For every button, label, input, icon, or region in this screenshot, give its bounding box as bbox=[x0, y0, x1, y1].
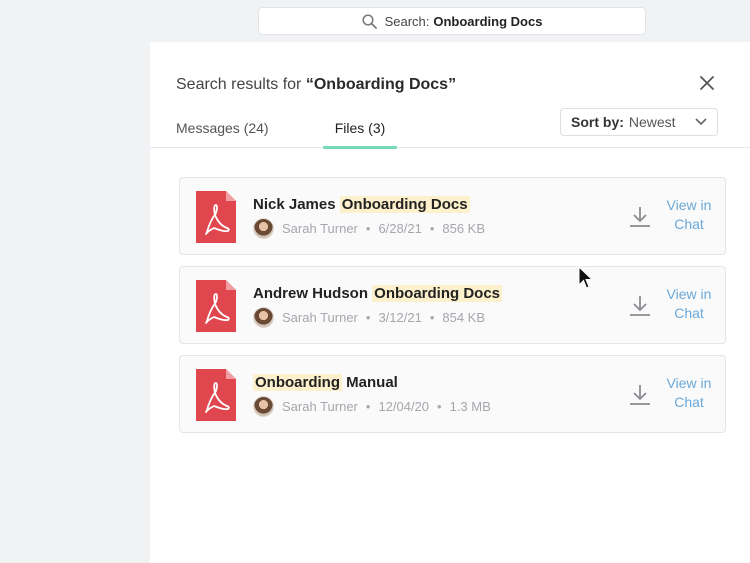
sort-value: Newest bbox=[628, 114, 676, 130]
file-name-text: Manual bbox=[342, 374, 398, 391]
file-item[interactable]: Nick James Onboarding Docs Sarah Turner … bbox=[179, 177, 726, 255]
results-title-query: “Onboarding Docs” bbox=[305, 76, 457, 93]
avatar bbox=[253, 217, 274, 239]
meta-separator: • bbox=[429, 220, 435, 236]
file-name: Nick James Onboarding Docs bbox=[253, 196, 470, 213]
chevron-down-icon bbox=[695, 118, 707, 126]
file-meta: Sarah Turner • 6/28/21 • 856 KB bbox=[253, 217, 485, 239]
avatar bbox=[253, 395, 274, 417]
results-title: Search results for “Onboarding Docs” bbox=[176, 76, 456, 94]
search-results-panel: Search results for “Onboarding Docs” Mes… bbox=[150, 42, 750, 563]
download-icon[interactable] bbox=[628, 205, 652, 229]
file-size: 1.3 MB bbox=[449, 398, 491, 414]
file-name-text: Andrew Hudson bbox=[253, 285, 373, 302]
meta-separator: • bbox=[365, 220, 371, 236]
file-author: Sarah Turner bbox=[282, 220, 358, 236]
file-date: 12/04/20 bbox=[378, 398, 430, 414]
mouse-pointer-icon bbox=[578, 266, 594, 289]
file-name-text: Nick James bbox=[253, 196, 340, 213]
file-author: Sarah Turner bbox=[282, 398, 358, 414]
meta-separator: • bbox=[429, 309, 435, 325]
file-size: 854 KB bbox=[442, 309, 486, 325]
file-meta: Sarah Turner • 12/04/20 • 1.3 MB bbox=[253, 395, 491, 417]
file-name-highlight: Onboarding Docs bbox=[372, 285, 503, 302]
pdf-file-icon bbox=[196, 191, 236, 243]
close-button[interactable] bbox=[698, 74, 716, 92]
file-name-highlight: Onboarding Docs bbox=[339, 196, 470, 213]
file-meta: Sarah Turner • 3/12/21 • 854 KB bbox=[253, 306, 485, 328]
sort-dropdown[interactable]: Sort by: Newest bbox=[560, 108, 718, 136]
tab-messages[interactable]: Messages (24) bbox=[176, 120, 269, 136]
search-query: Onboarding Docs bbox=[433, 13, 543, 29]
file-item[interactable]: Onboarding Manual Sarah Turner • 12/04/2… bbox=[179, 355, 726, 433]
view-in-chat-link[interactable]: View in Chat bbox=[658, 374, 720, 412]
search-prefix: Search: bbox=[384, 13, 430, 29]
results-title-prefix: Search results for bbox=[176, 76, 302, 93]
file-item[interactable]: Andrew Hudson Onboarding Docs Sarah Turn… bbox=[179, 266, 726, 344]
meta-separator: • bbox=[365, 398, 371, 414]
view-in-chat-link[interactable]: View in Chat bbox=[658, 285, 720, 323]
download-icon[interactable] bbox=[628, 383, 652, 407]
file-size: 856 KB bbox=[442, 220, 486, 236]
file-list: Nick James Onboarding Docs Sarah Turner … bbox=[179, 177, 726, 444]
meta-separator: • bbox=[437, 398, 442, 414]
close-icon bbox=[700, 76, 714, 90]
pdf-file-icon bbox=[196, 369, 236, 421]
file-date: 6/28/21 bbox=[378, 220, 422, 236]
meta-separator: • bbox=[365, 309, 371, 325]
avatar bbox=[253, 306, 274, 328]
top-bar: Search: Onboarding Docs bbox=[0, 0, 750, 42]
file-date: 3/12/21 bbox=[378, 309, 422, 325]
file-name: Andrew Hudson Onboarding Docs bbox=[253, 285, 503, 302]
view-in-chat-link[interactable]: View in Chat bbox=[658, 196, 720, 234]
download-icon[interactable] bbox=[628, 294, 652, 318]
file-author: Sarah Turner bbox=[282, 309, 358, 325]
active-tab-indicator bbox=[323, 146, 397, 149]
search-icon bbox=[361, 13, 377, 29]
global-search-bar[interactable]: Search: Onboarding Docs bbox=[258, 7, 646, 35]
file-name-highlight: Onboarding bbox=[253, 374, 342, 391]
file-name: Onboarding Manual bbox=[253, 374, 398, 391]
sort-label: Sort by: bbox=[571, 114, 624, 130]
pdf-file-icon bbox=[196, 280, 236, 332]
tab-files[interactable]: Files (3) bbox=[323, 120, 397, 136]
